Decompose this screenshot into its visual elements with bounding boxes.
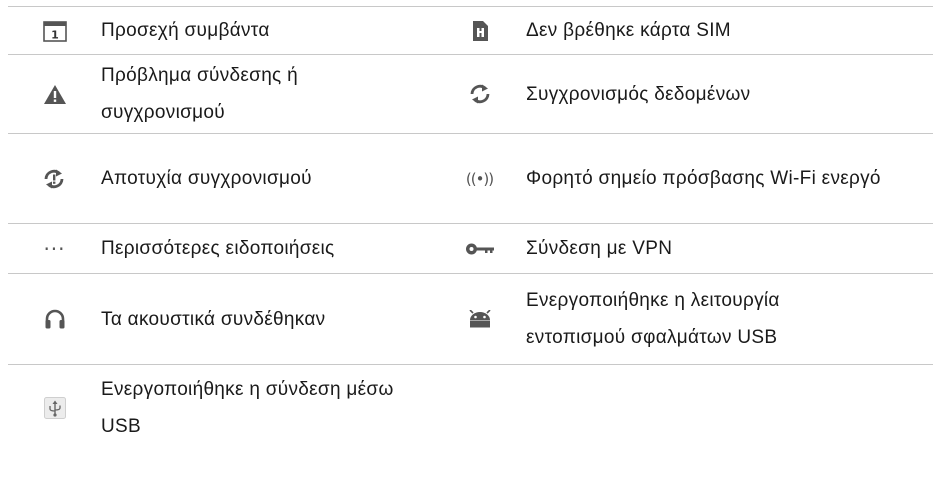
description-cell: Περισσότερες ειδοποιήσεις xyxy=(101,224,433,273)
icon-cell xyxy=(8,365,101,451)
calendar-icon: 1 xyxy=(42,20,67,42)
empty-cell xyxy=(526,365,933,451)
status-description: Τα ακουστικά συνδέθηκαν xyxy=(101,308,326,330)
status-description: Αποτυχία συγχρονισμού xyxy=(101,168,312,189)
status-description: Ενεργοποιήθηκε η λειτουργία εντοπισμού σ… xyxy=(526,290,780,348)
table-row: Πρόβλημα σύνδεσης ή συγχρονισμού Συγχρον… xyxy=(8,54,933,133)
description-cell: Ενεργοποιήθηκε η λειτουργία εντοπισμού σ… xyxy=(526,274,933,364)
status-description: Σύνδεση με VPN xyxy=(526,238,673,259)
table-row: ··· Περισσότερες ειδοποιήσεις Σύνδεση με… xyxy=(8,223,933,273)
table-row: Τα ακουστικά συνδέθηκαν Ενεργοποιήθηκε η… xyxy=(8,273,933,364)
vpn-key-icon xyxy=(465,242,495,256)
headset-icon xyxy=(44,308,66,330)
sync-icon xyxy=(468,83,492,105)
icon-cell xyxy=(433,7,526,54)
description-cell: Αποτυχία συγχρονισμού xyxy=(101,134,433,223)
wifi-hotspot-icon: ((•)) xyxy=(465,169,494,188)
description-cell: Φορητό σημείο πρόσβασης Wi-Fi ενεργό xyxy=(526,134,933,223)
icon-cell xyxy=(8,134,101,223)
icon-cell xyxy=(433,274,526,364)
table-row: Αποτυχία συγχρονισμού ((•)) Φορητό σημεί… xyxy=(8,133,933,223)
status-description: Ενεργοποιήθηκε η σύνδεση μέσω USB xyxy=(101,379,394,437)
more-notifications-icon: ··· xyxy=(43,236,66,261)
status-description: Δεν βρέθηκε κάρτα SIM xyxy=(526,20,731,41)
table-row: Ενεργοποιήθηκε η σύνδεση μέσω USB xyxy=(8,364,933,451)
table-row: 1 Προσεχή συμβάντα Δεν βρέθηκε κάρτα SIM xyxy=(8,6,933,54)
icon-cell xyxy=(8,55,101,133)
icon-cell: ··· xyxy=(8,224,101,273)
android-debug-icon xyxy=(467,310,493,328)
usb-icon xyxy=(43,397,66,419)
description-cell: Σύνδεση με VPN xyxy=(526,224,933,273)
sync-error-icon xyxy=(42,168,68,190)
status-description: Περισσότερες ειδοποιήσεις xyxy=(101,238,335,259)
status-icons-table: 1 Προσεχή συμβάντα Δεν βρέθηκε κάρτα SIM xyxy=(8,6,933,451)
description-cell: Προσεχή συμβάντα xyxy=(101,7,433,54)
description-cell: Συγχρονισμός δεδομένων xyxy=(526,55,933,133)
icon-cell xyxy=(433,55,526,133)
status-description: Προσεχή συμβάντα xyxy=(101,20,270,41)
description-cell: Ενεργοποιήθηκε η σύνδεση μέσω USB xyxy=(101,365,433,451)
svg-text:1: 1 xyxy=(51,28,59,41)
warning-icon xyxy=(43,84,67,105)
description-cell: Δεν βρέθηκε κάρτα SIM xyxy=(526,7,933,54)
icon-cell: 1 xyxy=(8,7,101,54)
no-sim-icon xyxy=(471,20,489,42)
status-description: Συγχρονισμός δεδομένων xyxy=(526,83,751,105)
icon-cell: ((•)) xyxy=(433,134,526,223)
icon-cell xyxy=(433,224,526,273)
empty-cell xyxy=(433,365,526,451)
status-description: Φορητό σημείο πρόσβασης Wi-Fi ενεργό xyxy=(526,168,881,189)
status-description: Πρόβλημα σύνδεσης ή συγχρονισμού xyxy=(101,65,298,123)
icon-cell xyxy=(8,274,101,364)
description-cell: Πρόβλημα σύνδεσης ή συγχρονισμού xyxy=(101,55,433,133)
description-cell: Τα ακουστικά συνδέθηκαν xyxy=(101,274,433,364)
